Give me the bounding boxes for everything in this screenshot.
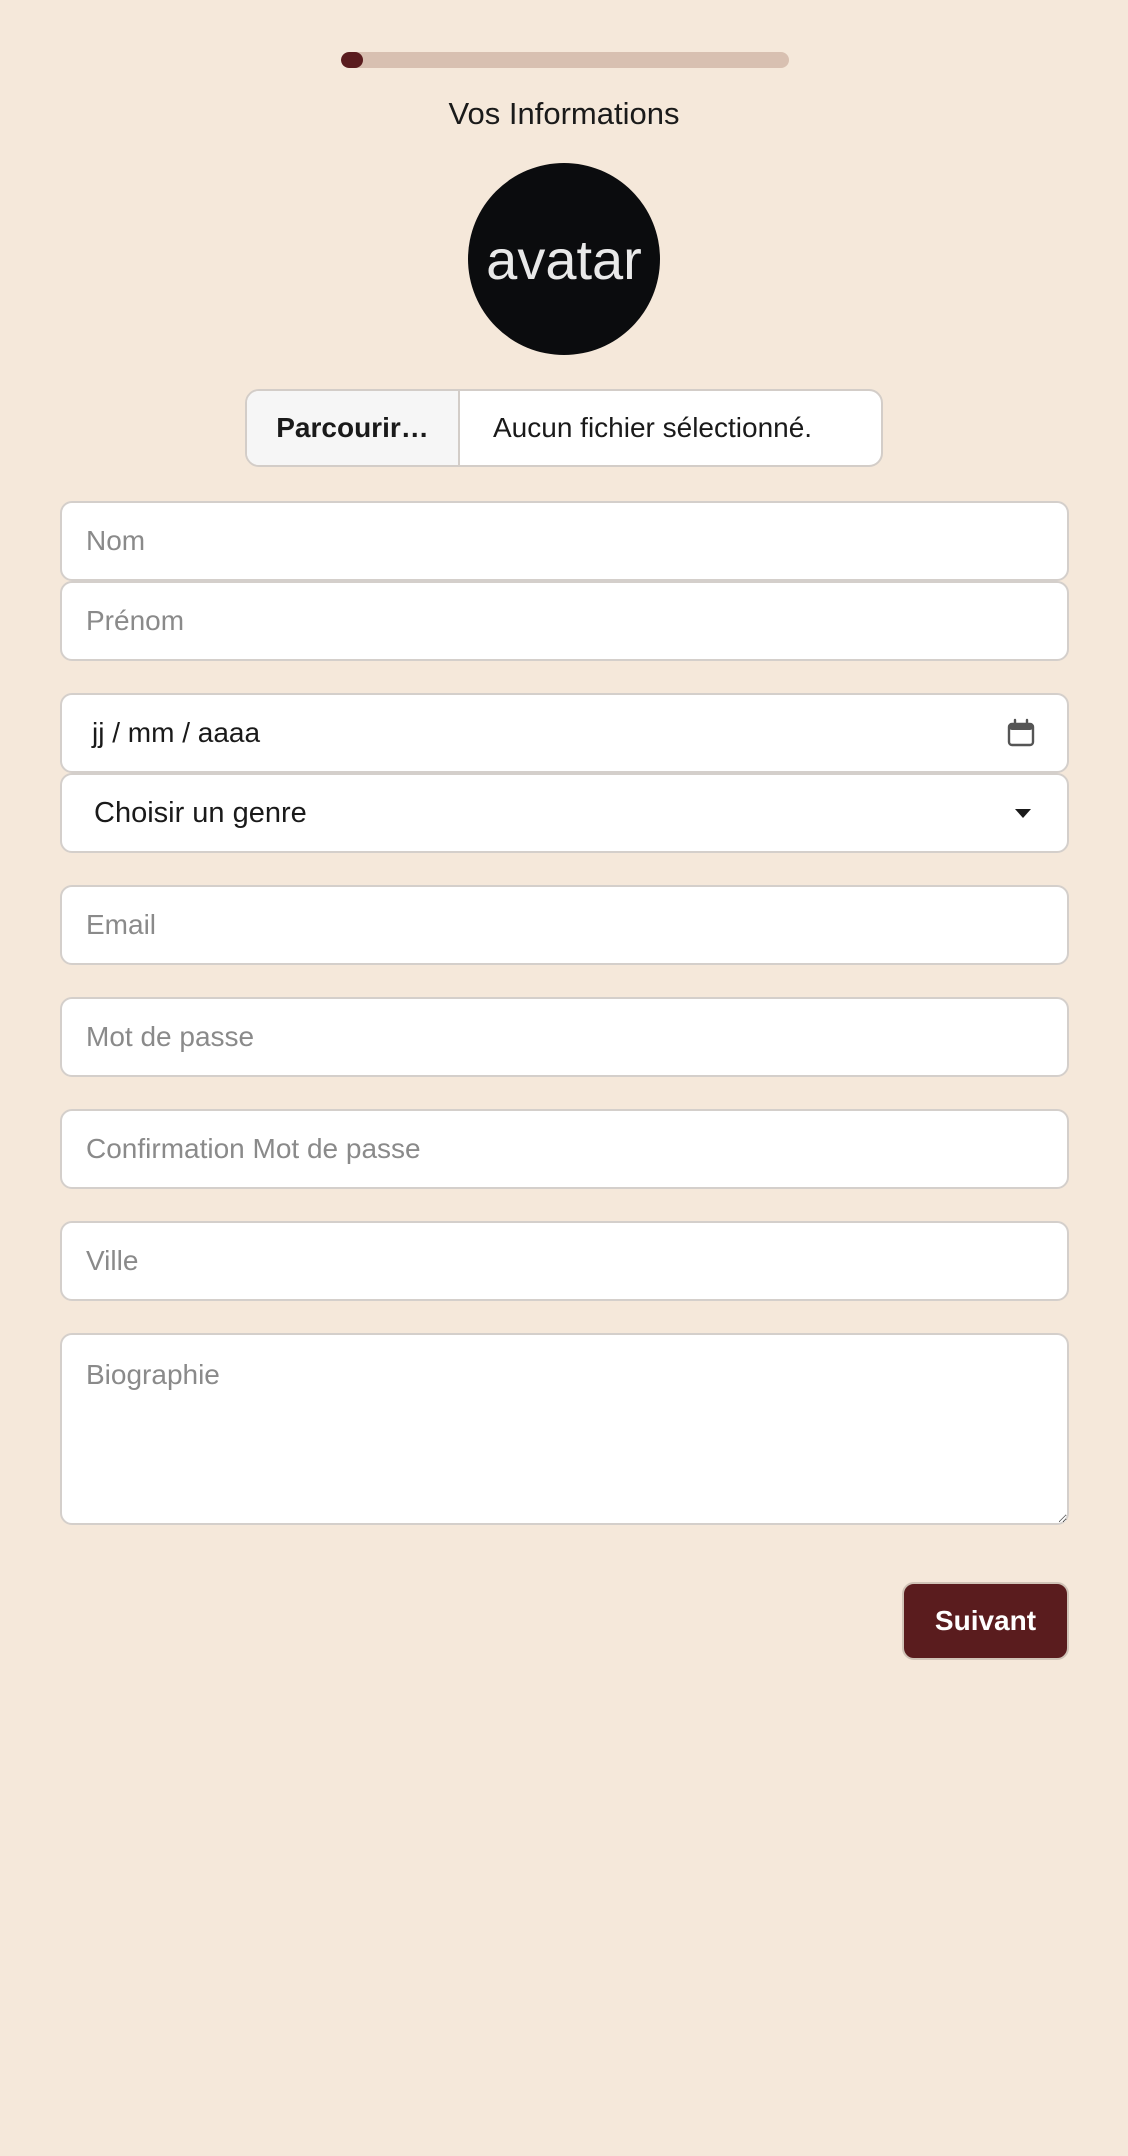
next-button[interactable]: Suivant xyxy=(902,1582,1069,1660)
calendar-icon[interactable] xyxy=(1005,717,1037,749)
birthdate-input[interactable]: jj / mm / aaaa xyxy=(60,693,1069,773)
file-status-text: Aucun fichier sélectionné. xyxy=(493,412,813,443)
chevron-down-icon xyxy=(1015,808,1031,818)
avatar: avatar xyxy=(468,163,660,355)
browse-button[interactable]: Parcourir… xyxy=(247,391,460,465)
genre-selected-value: Choisir un genre xyxy=(94,796,307,829)
date-placeholder: jj / mm / aaaa xyxy=(92,717,261,748)
email-input[interactable] xyxy=(60,885,1069,965)
progress-bar xyxy=(341,52,789,68)
avatar-file-input[interactable]: Parcourir… Aucun fichier sélectionné. xyxy=(245,389,883,467)
biographie-textarea[interactable] xyxy=(60,1333,1069,1525)
progress-bar-fill xyxy=(341,52,364,68)
genre-select[interactable]: Choisir un genre xyxy=(60,773,1069,853)
page-title: Vos Informations xyxy=(448,96,680,131)
password-confirm-input[interactable] xyxy=(60,1109,1069,1189)
avatar-label: avatar xyxy=(486,227,642,291)
password-input[interactable] xyxy=(60,997,1069,1077)
ville-input[interactable] xyxy=(60,1221,1069,1301)
nom-input[interactable] xyxy=(60,501,1069,581)
prenom-input[interactable] xyxy=(60,581,1069,661)
